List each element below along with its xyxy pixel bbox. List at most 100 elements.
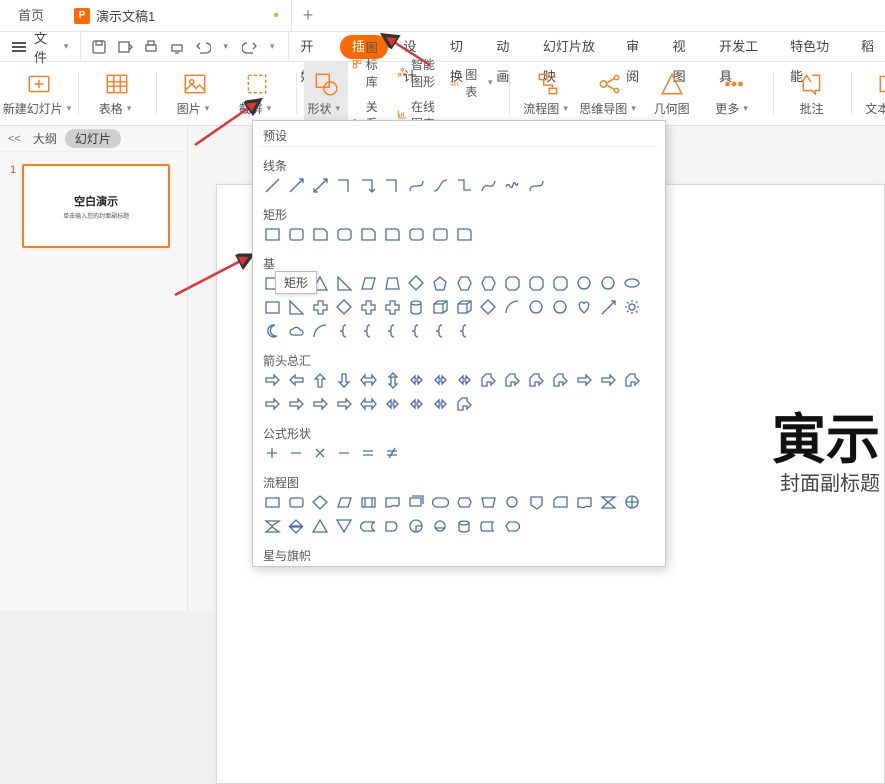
shape-option[interactable]	[311, 371, 329, 389]
shape-option[interactable]	[503, 176, 521, 194]
shape-option[interactable]	[359, 371, 377, 389]
shape-option[interactable]	[407, 371, 425, 389]
print-preview-icon[interactable]	[117, 39, 133, 55]
chart-button[interactable]: 图表▾	[446, 64, 501, 102]
shape-option[interactable]	[551, 274, 569, 292]
menu-slideshow[interactable]: 幻灯片放映	[532, 32, 615, 62]
shape-option[interactable]	[335, 371, 353, 389]
shape-option[interactable]	[431, 395, 449, 413]
shape-option[interactable]	[311, 176, 329, 194]
shape-option[interactable]	[287, 298, 305, 316]
shape-option[interactable]	[359, 176, 377, 194]
shape-option[interactable]	[359, 225, 377, 243]
shape-option[interactable]	[479, 176, 497, 194]
file-menu[interactable]: 文件	[34, 28, 58, 66]
shape-option[interactable]	[335, 517, 353, 535]
shape-option[interactable]	[263, 395, 281, 413]
print-direct-icon[interactable]	[169, 39, 185, 55]
shape-option[interactable]	[455, 493, 473, 511]
menu-extra[interactable]: 稻	[850, 32, 885, 62]
save-icon[interactable]	[91, 39, 107, 55]
shape-option[interactable]	[383, 517, 401, 535]
shape-option[interactable]	[623, 274, 641, 292]
new-slide-button[interactable]: 新建幻灯片▾	[8, 62, 70, 126]
shape-option[interactable]	[455, 322, 473, 340]
shape-option[interactable]	[503, 274, 521, 292]
document-tab[interactable]: P 演示文稿1 •	[62, 0, 292, 32]
shape-option[interactable]	[383, 395, 401, 413]
shape-option[interactable]	[287, 493, 305, 511]
more-button[interactable]: 更多▾	[703, 62, 765, 126]
shape-option[interactable]	[263, 517, 281, 535]
shape-option[interactable]	[359, 322, 377, 340]
shape-option[interactable]	[479, 517, 497, 535]
slide-subtitle[interactable]: 封面副标题	[780, 467, 880, 496]
print-icon[interactable]	[143, 39, 159, 55]
shape-option[interactable]	[575, 493, 593, 511]
shape-option[interactable]	[359, 517, 377, 535]
shape-option[interactable]	[383, 493, 401, 511]
shape-option[interactable]	[503, 371, 521, 389]
new-tab-button[interactable]: +	[292, 5, 324, 26]
shape-option[interactable]	[551, 298, 569, 316]
shape-option[interactable]	[263, 225, 281, 243]
shape-option[interactable]	[287, 371, 305, 389]
shape-option[interactable]	[359, 395, 377, 413]
smartart-button[interactable]: 智能图形	[393, 54, 446, 92]
shape-option[interactable]	[623, 298, 641, 316]
shape-option[interactable]	[479, 274, 497, 292]
redo-icon[interactable]	[242, 39, 258, 55]
shape-button[interactable]: 形状▾	[304, 62, 348, 126]
table-button[interactable]: 表格▾	[86, 62, 148, 126]
shape-option[interactable]	[527, 298, 545, 316]
shape-option[interactable]	[263, 298, 281, 316]
shape-option[interactable]	[407, 176, 425, 194]
shape-option[interactable]	[335, 298, 353, 316]
shape-option[interactable]	[263, 493, 281, 511]
shape-option[interactable]	[359, 274, 377, 292]
shape-option[interactable]	[623, 493, 641, 511]
shape-option[interactable]	[335, 322, 353, 340]
shape-option[interactable]	[551, 371, 569, 389]
shape-option[interactable]	[383, 225, 401, 243]
shape-option[interactable]	[527, 274, 545, 292]
shape-option[interactable]	[335, 225, 353, 243]
shape-option[interactable]	[455, 517, 473, 535]
menu-view[interactable]: 视图	[662, 32, 709, 62]
shape-option[interactable]	[407, 298, 425, 316]
screenshot-button[interactable]: 截屏▾	[226, 62, 288, 126]
shape-option[interactable]	[503, 517, 521, 535]
shape-option[interactable]	[359, 444, 377, 462]
shape-option[interactable]	[503, 298, 521, 316]
shape-option[interactable]	[599, 298, 617, 316]
shape-option[interactable]	[287, 176, 305, 194]
outline-tab[interactable]: 大纲	[33, 130, 57, 147]
shape-option[interactable]	[599, 371, 617, 389]
shape-option[interactable]	[575, 274, 593, 292]
menu-review[interactable]: 审阅	[615, 32, 662, 62]
shape-option[interactable]	[455, 274, 473, 292]
shape-option[interactable]	[287, 517, 305, 535]
textbox-button[interactable]: 文本框▾	[859, 62, 885, 126]
menu-icon[interactable]	[8, 38, 30, 56]
shape-option[interactable]	[431, 493, 449, 511]
flowchart-button[interactable]: 流程图▾	[517, 62, 579, 126]
shape-option[interactable]	[431, 517, 449, 535]
menu-start[interactable]: 开始	[289, 32, 336, 62]
shape-option[interactable]	[455, 395, 473, 413]
shape-option[interactable]	[455, 298, 473, 316]
shape-option[interactable]	[431, 225, 449, 243]
shape-option[interactable]	[311, 395, 329, 413]
shape-option[interactable]	[287, 444, 305, 462]
shape-option[interactable]	[599, 274, 617, 292]
shape-option[interactable]	[431, 274, 449, 292]
shape-option[interactable]	[383, 444, 401, 462]
shape-option[interactable]	[575, 298, 593, 316]
shape-option[interactable]	[335, 444, 353, 462]
menu-animation[interactable]: 动画	[485, 32, 532, 62]
slides-tab[interactable]: 幻灯片	[65, 129, 121, 148]
comment-button[interactable]: 批注	[781, 62, 843, 126]
shape-option[interactable]	[551, 493, 569, 511]
shape-option[interactable]	[383, 176, 401, 194]
shape-option[interactable]	[527, 371, 545, 389]
